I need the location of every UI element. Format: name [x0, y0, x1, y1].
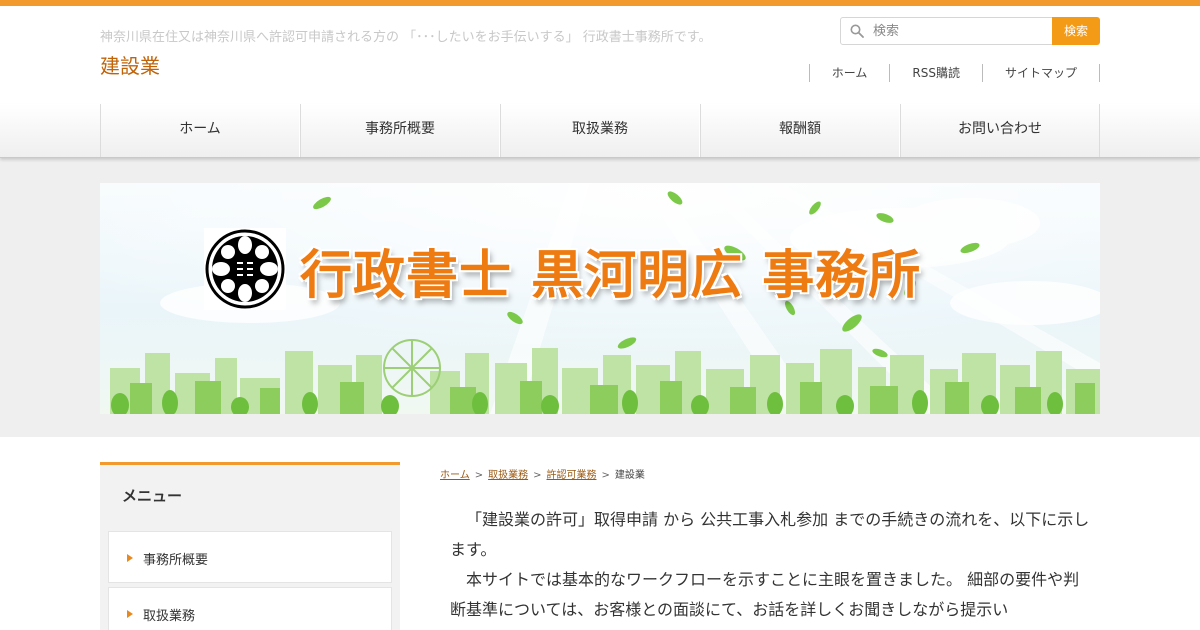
breadcrumb-link-home[interactable]: ホーム [440, 470, 470, 481]
main-nav-office-overview[interactable]: 事務所概要 [300, 104, 500, 157]
arrow-right-icon [127, 554, 133, 562]
article-body: 「建設業の許可」取得申請 から 公共工事入札参加 までの手続きの流れを、以下に示… [450, 505, 1090, 625]
breadcrumb-separator: > [533, 470, 542, 481]
site-tagline: 神奈川県在住又は神奈川県へ許認可申請される方の 「･･･したいをお手伝いする」 … [100, 30, 712, 45]
sidebar-menu: メニュー 事務所概要 取扱業務 [100, 462, 400, 630]
sidebar-item-services[interactable]: 取扱業務 [108, 587, 392, 630]
sidebar-item-office-overview[interactable]: 事務所概要 [108, 531, 392, 583]
main-nav: ホーム 事務所概要 取扱業務 報酬額 お問い合わせ [100, 104, 1100, 157]
hero-banner: 行政書士 黒河明広 事務所 [100, 183, 1100, 414]
article-paragraph: 本サイトでは基本的なワークフローを示すことに主眼を置きました。 細部の要件や判断… [450, 570, 1080, 619]
breadcrumb-link-services[interactable]: 取扱業務 [488, 470, 528, 481]
main-nav-services[interactable]: 取扱業務 [500, 104, 700, 157]
breadcrumb-separator: > [601, 470, 610, 481]
banner-title: 行政書士 黒河明広 事務所 [300, 246, 922, 306]
utility-link-home[interactable]: ホーム [808, 64, 890, 82]
utility-link-rss[interactable]: RSS購読 [889, 64, 982, 82]
breadcrumb: ホーム > 取扱業務 > 許認可業務 > 建設業 [440, 466, 645, 481]
sidebar-item-label: 取扱業務 [143, 609, 196, 624]
breadcrumb-current: 建設業 [614, 470, 645, 481]
main-nav-bar: ホーム 事務所概要 取扱業務 報酬額 お問い合わせ [0, 104, 1200, 158]
breadcrumb-separator: > [474, 470, 484, 481]
sidebar-title: メニュー [122, 487, 183, 505]
utility-nav: ホーム RSS購読 サイトマップ [808, 64, 1100, 82]
main-nav-fees[interactable]: 報酬額 [700, 104, 900, 157]
search-button[interactable]: 検索 [1052, 17, 1100, 45]
search-input[interactable] [873, 18, 1048, 44]
sidebar-item-label: 事務所概要 [143, 553, 209, 568]
arrow-right-icon [127, 610, 133, 618]
article-paragraph: 「建設業の許可」取得申請 から 公共工事入札参加 までの手続きの流れを、以下に示… [450, 510, 1090, 559]
main-nav-contact[interactable]: お問い合わせ [900, 104, 1100, 157]
main-nav-home[interactable]: ホーム [100, 104, 300, 157]
utility-link-sitemap[interactable]: サイトマップ [981, 64, 1100, 82]
office-seal-logo [204, 228, 286, 310]
breadcrumb-link-licensing[interactable]: 許認可業務 [546, 470, 596, 481]
search-icon [850, 24, 864, 38]
search-box [840, 17, 1053, 45]
site-title[interactable]: 建設業 [100, 50, 160, 79]
